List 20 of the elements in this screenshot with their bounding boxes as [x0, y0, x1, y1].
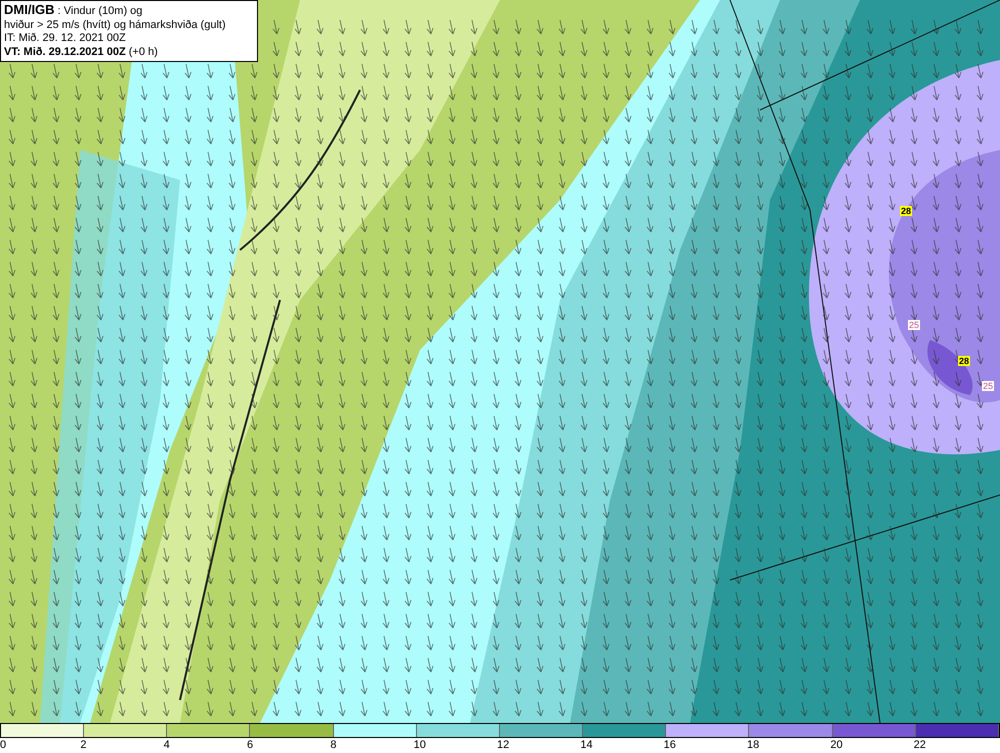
- scale-tick-label: 2: [80, 738, 86, 753]
- scale-tick-label: 10: [414, 738, 426, 753]
- scale-tick-label: 12: [497, 738, 510, 753]
- max-gust-label: 28: [958, 356, 970, 366]
- contour-label: 25: [908, 320, 920, 330]
- scale-tick-label: 4: [164, 738, 170, 753]
- scale-tick-label: 8: [330, 738, 336, 753]
- contour-label: 25: [982, 381, 994, 391]
- map-title: DMI/IGB : Vindur (10m) og: [4, 3, 144, 18]
- scale-tick-label: 18: [747, 738, 760, 753]
- scale-tick-label: 22: [914, 738, 926, 753]
- max-gust-label: 28: [900, 206, 912, 216]
- scale-tick-label: 16: [664, 738, 676, 753]
- scale-tick-label: 14: [580, 738, 593, 753]
- scale-tick-label: 0: [0, 738, 6, 753]
- scale-tick-label: 20: [830, 738, 843, 753]
- map-subtitle: hviður > 25 m/s (hvítt) og hámarkshviða (gult): [4, 18, 227, 32]
- issue-time: IT: Mið. 29. 12. 2021 00Z: [4, 32, 127, 46]
- scale-tick-label: 6: [247, 738, 254, 753]
- valid-time: VT: Mið. 29.12.2021 00Z (+0 h): [4, 46, 159, 59]
